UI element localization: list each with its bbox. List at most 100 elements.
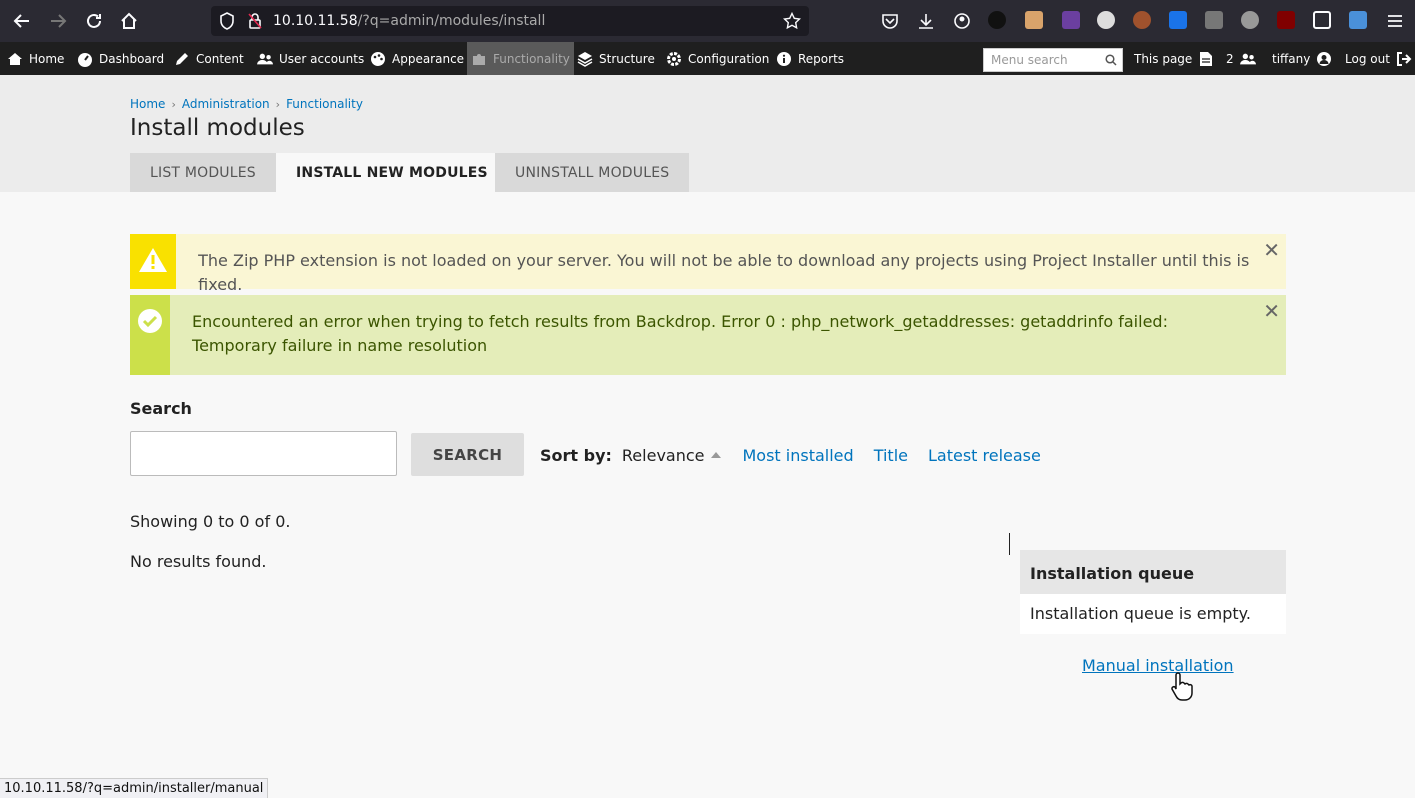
menu-search-input[interactable]: Menu search	[983, 48, 1123, 72]
pocket-icon[interactable]	[879, 10, 901, 32]
sort-most-installed[interactable]: Most installed	[743, 446, 854, 465]
adminbar-user-accounts[interactable]: User accounts	[257, 42, 364, 75]
cookie-extension-icon[interactable]	[1025, 11, 1043, 29]
info-icon	[776, 51, 792, 67]
adminbar-content-label: Content	[196, 51, 244, 66]
chevron-right-icon: ›	[171, 97, 176, 111]
adminbar-appearance-label: Appearance	[392, 51, 465, 66]
breadcrumb-home[interactable]: Home	[130, 97, 165, 111]
warning-icon	[139, 248, 168, 272]
badge-extension-icon[interactable]	[1062, 11, 1080, 29]
status-message: Encountered an error when trying to fetc…	[130, 295, 1286, 375]
sort-latest-release[interactable]: Latest release	[928, 446, 1041, 465]
adminbar-logout[interactable]: Log out	[1345, 42, 1412, 75]
adminbar-content[interactable]: Content	[174, 42, 244, 75]
hand-cursor-icon	[1168, 672, 1194, 706]
menu-search-placeholder: Menu search	[991, 53, 1068, 67]
forward-icon[interactable]	[47, 10, 69, 32]
account-icon[interactable]	[951, 10, 973, 32]
adminbar-structure[interactable]: Structure	[577, 42, 655, 75]
downloads-icon[interactable]	[915, 10, 937, 32]
hamburger-menu-icon[interactable]	[1384, 10, 1406, 32]
status-bar-url: 10.10.11.58/?q=admin/installer/manual	[0, 778, 269, 798]
warning-bar	[130, 234, 177, 289]
document-icon	[1198, 51, 1214, 67]
bookmark-star-icon[interactable]	[782, 11, 802, 34]
adminbar-functionality[interactable]: Functionality	[467, 42, 574, 75]
mask-extension-icon[interactable]	[1097, 11, 1115, 29]
puzzle-icon	[471, 51, 487, 67]
installation-queue: Installation queue Installation queue is…	[1020, 550, 1286, 634]
pencil-icon	[174, 51, 190, 67]
url-host: 10.10.11.58	[273, 13, 358, 29]
layers-icon	[577, 51, 593, 67]
dashboard-icon	[77, 51, 93, 67]
adminbar-configuration[interactable]: Configuration	[666, 42, 769, 75]
hat-extension-icon[interactable]	[988, 11, 1006, 29]
check-circle-icon	[138, 309, 162, 333]
tab-install-new-modules[interactable]: INSTALL NEW MODULES	[276, 153, 508, 192]
warning-message: The Zip PHP extension is not loaded on y…	[130, 234, 1286, 294]
wappalyzer-extension-icon[interactable]	[1241, 11, 1259, 29]
page-header: Home › Administration › Functionality In…	[0, 75, 1415, 192]
page-title: Install modules	[130, 115, 305, 141]
tab-list-modules[interactable]: LIST MODULES	[130, 153, 276, 192]
ublock-extension-icon[interactable]	[1277, 11, 1295, 29]
reload-icon[interactable]	[83, 10, 105, 32]
close-icon[interactable]: ✕	[1263, 299, 1280, 323]
warning-text: The Zip PHP extension is not loaded on y…	[198, 251, 1250, 294]
trash-extension-icon[interactable]	[1205, 11, 1223, 29]
adminbar-this-page[interactable]: This page	[1134, 42, 1214, 75]
s-extension-icon[interactable]	[1169, 11, 1187, 29]
adminbar-dashboard[interactable]: Dashboard	[77, 42, 164, 75]
logout-label: Log out	[1345, 51, 1390, 66]
extensions-icon[interactable]	[1313, 11, 1331, 29]
queue-title: Installation queue	[1020, 550, 1286, 594]
cookie2-extension-icon[interactable]	[1133, 11, 1151, 29]
gear-icon	[666, 51, 682, 67]
search-extension-icon[interactable]	[1349, 11, 1367, 29]
users-icon	[1239, 51, 1256, 67]
back-icon[interactable]	[11, 10, 33, 32]
adminbar-structure-label: Structure	[599, 51, 655, 66]
status-bar	[130, 295, 171, 375]
adminbar-user-accounts-label: User accounts	[279, 51, 365, 66]
this-page-label: This page	[1134, 51, 1193, 66]
users-count: 2	[1226, 51, 1234, 66]
adminbar-functionality-label: Functionality	[493, 51, 570, 66]
adminbar-users-online[interactable]: 2	[1226, 42, 1256, 75]
manual-installation-link[interactable]: Manual installation	[1082, 656, 1234, 675]
search-input[interactable]	[130, 431, 397, 476]
sort-title[interactable]: Title	[874, 446, 908, 465]
search-icon	[1105, 54, 1117, 69]
chevron-right-icon: ›	[275, 97, 281, 111]
shield-icon[interactable]	[219, 12, 235, 34]
adminbar-reports[interactable]: Reports	[776, 42, 844, 75]
queue-empty-text: Installation queue is empty.	[1020, 594, 1286, 634]
close-icon[interactable]: ✕	[1263, 238, 1280, 262]
adminbar-appearance[interactable]: Appearance	[370, 42, 464, 75]
home-icon[interactable]	[118, 10, 140, 32]
user-circle-icon	[1316, 51, 1332, 67]
sort-relevance[interactable]: Relevance	[622, 446, 705, 465]
no-results-text: No results found.	[130, 552, 267, 571]
adminbar-dashboard-label: Dashboard	[99, 51, 165, 66]
breadcrumb-administration[interactable]: Administration	[182, 97, 270, 111]
sort-label: Sort by:	[540, 446, 612, 465]
adminbar-home[interactable]: Home	[7, 42, 64, 75]
tab-uninstall-modules[interactable]: UNINSTALL MODULES	[495, 153, 690, 192]
adminbar-reports-label: Reports	[798, 51, 845, 66]
results-count: Showing 0 to 0 of 0.	[130, 512, 291, 531]
adminbar-user[interactable]: tiffany	[1272, 42, 1332, 75]
sort-bar: Sort by: Relevance Most installed Title …	[540, 446, 1061, 465]
breadcrumb: Home › Administration › Functionality	[130, 97, 363, 111]
status-text: Encountered an error when trying to fetc…	[192, 312, 1168, 355]
page-info-icon[interactable]	[247, 12, 263, 34]
search-button[interactable]: SEARCH	[411, 433, 524, 476]
sort-asc-icon	[710, 451, 721, 458]
url-text: 10.10.11.58/?q=admin/modules/install	[273, 13, 545, 29]
breadcrumb-functionality[interactable]: Functionality	[286, 97, 363, 111]
browser-toolbar: 10.10.11.58/?q=admin/modules/install	[0, 0, 1415, 42]
address-bar[interactable]: 10.10.11.58/?q=admin/modules/install	[211, 6, 809, 36]
url-path: /?q=admin/modules/install	[357, 13, 546, 29]
